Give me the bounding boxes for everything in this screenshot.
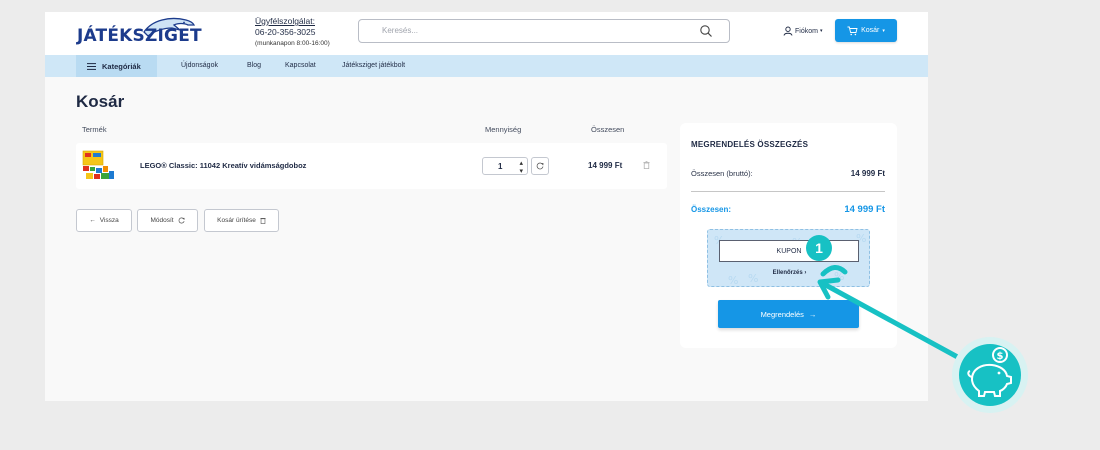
coupon-check-link[interactable]: Ellenőrzés › [708,270,869,276]
column-header-quantity: Mennyiség [485,125,522,134]
modify-button[interactable]: Módosít [137,209,198,232]
modify-label: Módosít [150,217,174,224]
categories-label: Kategóriák [102,61,141,71]
nav-link-blog[interactable]: Blog [247,62,261,69]
hamburger-icon [87,62,96,70]
coupon-code-input[interactable]: KUPON [719,240,859,262]
clear-cart-label: Kosár ürítése [217,217,256,224]
column-header-total: Összesen [591,125,625,134]
product-name-link[interactable]: LEGO® Classic: 11042 Kreatív vidámságdob… [140,161,306,170]
cart-item-row: LEGO® Classic: 11042 Kreatív vidámságdob… [76,143,667,189]
refresh-icon [536,162,544,170]
nav-link-contact[interactable]: Kapcsolat [285,62,316,69]
customer-service-info: Ügyfélszolgálat: 06-20-356-3025 (munkana… [255,16,330,49]
svg-text:$: $ [997,351,1004,362]
page-frame: JÁTÉKSZIGET Ügyfélszolgálat: 06-20-356-3… [45,12,928,401]
product-thumbnail[interactable] [80,149,116,183]
account-menu[interactable]: Fiókom ▾ [783,26,822,36]
summary-title: MEGRENDELÉS ÖSSZEGZÉS [691,140,809,149]
quantity-value: 1 [498,162,503,171]
page-title: Kosár [76,92,125,111]
service-phone: 06-20-356-3025 [255,27,316,37]
arrow-left-icon: ← [89,217,96,224]
gross-total-value: 14 999 Ft [850,169,885,178]
total-value: 14 999 Ft [844,204,885,215]
cart-label: Kosár [861,27,880,34]
main-nav: Kategóriák Újdonságok Blog Kapcsolat Ját… [45,55,928,77]
nav-link-store[interactable]: Játéksziget játékbolt [342,62,405,69]
trash-icon [260,218,266,224]
cart-button[interactable]: Kosár ▾ [835,19,897,42]
clear-cart-button[interactable]: Kosár ürítése [204,209,279,232]
total-label: Összesen: [691,205,732,214]
back-label: Vissza [99,217,119,224]
search-input[interactable]: Keresés... [358,19,730,43]
chevron-down-icon: ▾ [819,28,823,34]
refresh-icon [178,217,185,224]
column-header-product: Termék [82,125,107,134]
quantity-stepper[interactable]: 1 ▴ ▾ [482,157,528,175]
piggy-bank-icon: $ [952,337,1028,413]
account-label: Fiókom [795,27,818,35]
step-number-badge: 1 [806,235,832,261]
cart-icon [847,26,858,35]
summary-divider [691,191,885,192]
search-icon[interactable] [699,24,713,38]
place-order-label: Megrendelés [760,309,804,319]
service-hours: (munkanapon 8:00-16:00) [255,40,330,47]
stepper-arrows-icon[interactable]: ▴ ▾ [519,159,523,175]
coupon-highlight-area: %%% %%% KUPON Ellenőrzés › [707,229,870,287]
customer-service-link[interactable]: Ügyfélszolgálat: [255,16,330,27]
categories-menu[interactable]: Kategóriák [76,55,157,77]
order-summary-panel: MEGRENDELÉS ÖSSZEGZÉS Összesen (bruttó):… [680,123,897,348]
site-logo[interactable]: JÁTÉKSZIGET [77,26,202,46]
nav-link-new[interactable]: Újdonságok [181,62,218,69]
place-order-button[interactable]: Megrendelés → [718,300,859,328]
site-header: JÁTÉKSZIGET Ügyfélszolgálat: 06-20-356-3… [45,12,928,55]
gross-total-label: Összesen (bruttó): [691,169,753,178]
refresh-quantity-button[interactable] [531,157,549,175]
chevron-down-icon: ▾ [882,27,885,34]
arrow-right-icon: → [808,309,817,319]
user-icon [783,26,793,36]
item-total: 14 999 Ft [588,161,623,170]
trash-icon[interactable] [643,161,650,171]
back-button[interactable]: ← Vissza [76,209,132,232]
search-placeholder: Keresés... [382,26,419,35]
